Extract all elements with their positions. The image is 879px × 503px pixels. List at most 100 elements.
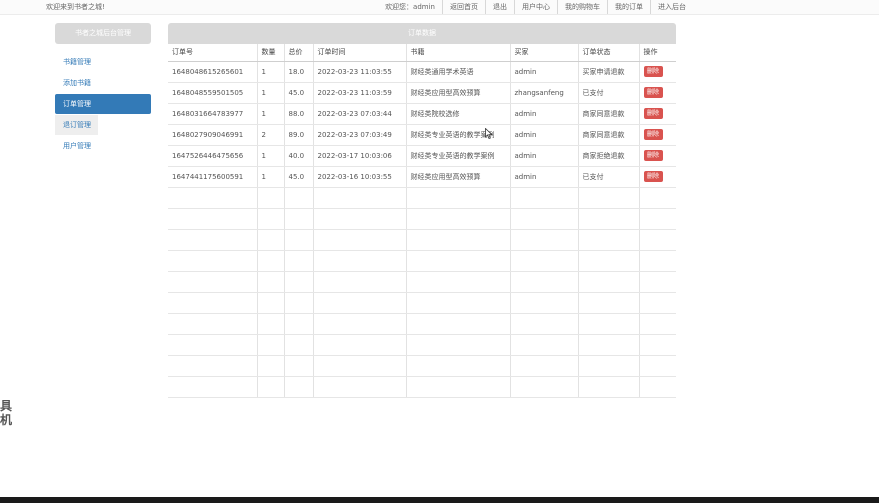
cell-order-id: 1647526446475656 — [168, 145, 257, 167]
cell-buyer: admin — [509, 166, 578, 188]
empty-cell — [168, 292, 257, 314]
empty-cell — [312, 376, 406, 398]
my-orders-link[interactable]: 我的订单 — [607, 0, 650, 14]
table-row: 1648027909046991 2 89.0 2022-03-23 07:03:49… — [168, 124, 676, 146]
cell-quantity: 1 — [256, 145, 284, 167]
empty-cell — [405, 271, 510, 293]
empty-cell — [638, 313, 676, 335]
empty-cell — [256, 208, 284, 230]
user-center-link[interactable]: 用户中心 — [514, 0, 557, 14]
cell-action: 删除 — [638, 124, 676, 146]
sidebar-item-order-management[interactable]: 订单管理 — [55, 94, 151, 114]
cart-link[interactable]: 我的购物车 — [557, 0, 607, 14]
empty-cell — [283, 313, 313, 335]
cell-action: 删除 — [638, 166, 676, 188]
empty-cell — [405, 208, 510, 230]
empty-cell — [638, 292, 676, 314]
sidebar-item-book-management[interactable]: 书籍管理 — [55, 52, 151, 72]
cell-quantity: 1 — [256, 166, 284, 188]
welcome-text: 欢迎来到书者之城! — [46, 3, 105, 11]
top-bar: 欢迎来到书者之城! 欢迎您：admin 返回首页 退出 用户中心 我的购物车 我… — [0, 0, 879, 15]
cell-order-time: 2022-03-23 07:03:44 — [312, 103, 406, 125]
delete-order-button[interactable]: 删除 — [643, 66, 663, 77]
bottom-strip — [0, 497, 879, 503]
cell-book: 财经类应用型高效预算 — [405, 166, 510, 188]
empty-cell — [312, 187, 406, 209]
col-order-id: 订单号 — [168, 44, 257, 62]
cell-order-time: 2022-03-23 07:03:49 — [312, 124, 406, 146]
empty-cell — [168, 229, 257, 251]
col-buyer: 买家 — [509, 44, 578, 62]
sidebar-item-user-management[interactable]: 用户管理 — [55, 136, 151, 156]
orders-table: 订单号 数量 总价 订单时间 书籍 买家 订单状态 操作 16480486152… — [168, 44, 676, 398]
empty-cell — [577, 376, 639, 398]
empty-cell — [168, 313, 257, 335]
empty-cell — [509, 229, 578, 251]
empty-cell — [509, 355, 578, 377]
empty-cell — [283, 355, 313, 377]
empty-cell — [638, 271, 676, 293]
table-row: 1647441175600591 1 45.0 2022-03-16 10:03:55… — [168, 166, 676, 188]
empty-cell — [312, 229, 406, 251]
delete-order-button[interactable]: 删除 — [643, 171, 663, 182]
empty-cell — [256, 187, 284, 209]
empty-cell — [256, 229, 284, 251]
empty-row — [168, 355, 676, 377]
cell-buyer: admin — [509, 145, 578, 167]
empty-row — [168, 313, 676, 335]
cell-book: 财经类通用学术英语 — [405, 61, 510, 83]
empty-cell — [312, 250, 406, 272]
home-link[interactable]: 返回首页 — [442, 0, 485, 14]
empty-cell — [509, 271, 578, 293]
empty-cell — [312, 292, 406, 314]
empty-cell — [509, 187, 578, 209]
empty-cell — [577, 250, 639, 272]
empty-cell — [509, 334, 578, 356]
empty-cell — [312, 271, 406, 293]
table-row: 1648048615265601 1 18.0 2022-03-23 11:03:55… — [168, 61, 676, 83]
cell-quantity: 2 — [256, 124, 284, 146]
empty-cell — [256, 355, 284, 377]
empty-cell — [577, 313, 639, 335]
empty-row — [168, 376, 676, 398]
empty-cell — [638, 250, 676, 272]
user-greeting: 欢迎您：admin — [385, 3, 435, 11]
table-row: 1647526446475656 1 40.0 2022-03-17 10:03:06… — [168, 145, 676, 167]
empty-cell — [168, 187, 257, 209]
empty-cell — [577, 355, 639, 377]
cell-status: 买家申请退款 — [577, 61, 639, 83]
empty-cell — [577, 334, 639, 356]
cell-total: 18.0 — [283, 61, 313, 83]
empty-cell — [256, 334, 284, 356]
delete-order-button[interactable]: 删除 — [643, 129, 663, 140]
sidebar-title: 书者之城后台管理 — [55, 23, 151, 44]
cell-order-id: 1648048559501505 — [168, 82, 257, 104]
empty-cell — [638, 355, 676, 377]
cell-buyer: admin — [509, 124, 578, 146]
cell-book: 财经类专业英语的教学案例 — [405, 124, 510, 146]
empty-cell — [509, 292, 578, 314]
col-order-time: 订单时间 — [312, 44, 406, 62]
cell-buyer: admin — [509, 103, 578, 125]
empty-cell — [312, 313, 406, 335]
empty-row — [168, 292, 676, 314]
cell-action: 删除 — [638, 103, 676, 125]
logout-link[interactable]: 退出 — [485, 0, 514, 14]
empty-cell — [312, 208, 406, 230]
cell-status: 已支付 — [577, 166, 639, 188]
top-links: 欢迎您：admin 返回首页 退出 用户中心 我的购物车 我的订单 进入后台 — [378, 0, 693, 14]
col-book: 书籍 — [405, 44, 510, 62]
empty-cell — [168, 355, 257, 377]
empty-row — [168, 229, 676, 251]
delete-order-button[interactable]: 删除 — [643, 87, 663, 98]
cell-order-id: 1647441175600591 — [168, 166, 257, 188]
delete-order-button[interactable]: 删除 — [643, 108, 663, 119]
cell-buyer: admin — [509, 61, 578, 83]
delete-order-button[interactable]: 删除 — [643, 150, 663, 161]
cell-book: 财经类院校选修 — [405, 103, 510, 125]
empty-cell — [283, 334, 313, 356]
sidebar-item-add-book[interactable]: 添加书籍 — [55, 73, 151, 93]
admin-link[interactable]: 进入后台 — [650, 0, 693, 14]
sidebar-item-refund-management[interactable]: 退订管理 — [55, 115, 98, 135]
empty-cell — [405, 250, 510, 272]
